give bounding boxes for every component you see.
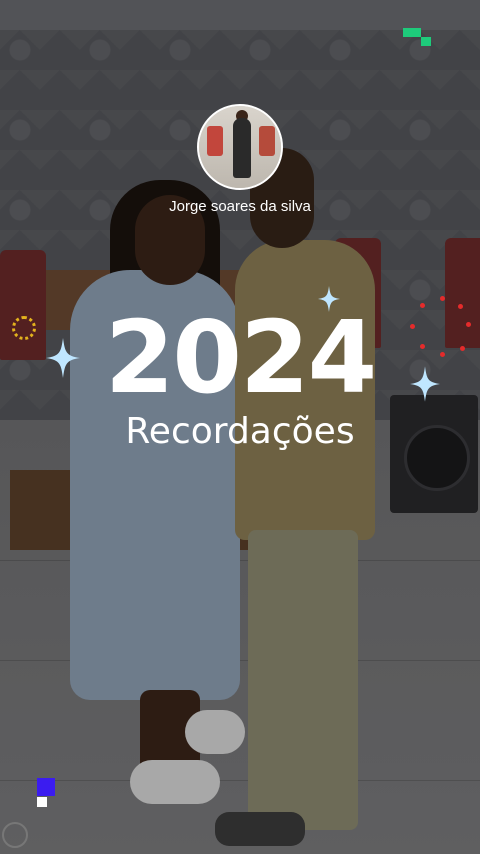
avatar-person bbox=[233, 118, 251, 178]
profile-name[interactable]: Jorge soares da silva bbox=[0, 198, 480, 215]
profile-avatar[interactable] bbox=[197, 104, 283, 190]
red-dot-decoration bbox=[410, 324, 415, 329]
gold-ring-decoration bbox=[12, 316, 36, 340]
red-dot-decoration bbox=[460, 346, 465, 351]
green-pixel-decoration bbox=[403, 28, 421, 37]
sparkle-icon bbox=[410, 366, 440, 402]
avatar-decoration bbox=[259, 126, 275, 156]
red-dot-decoration bbox=[440, 352, 445, 357]
red-dot-decoration bbox=[420, 303, 425, 308]
purple-pixel-decoration bbox=[37, 778, 55, 796]
sparkle-icon bbox=[46, 338, 80, 378]
memories-title: Recordações bbox=[125, 411, 355, 452]
camera-logo-icon bbox=[2, 822, 28, 848]
red-dot-decoration bbox=[466, 322, 471, 327]
sparkle-icon bbox=[318, 286, 340, 312]
red-dot-decoration bbox=[458, 304, 463, 309]
white-pixel-decoration bbox=[37, 797, 47, 807]
red-dot-decoration bbox=[420, 344, 425, 349]
avatar-decoration bbox=[207, 126, 223, 156]
green-pixel-decoration bbox=[421, 37, 431, 46]
red-dot-decoration bbox=[440, 296, 445, 301]
